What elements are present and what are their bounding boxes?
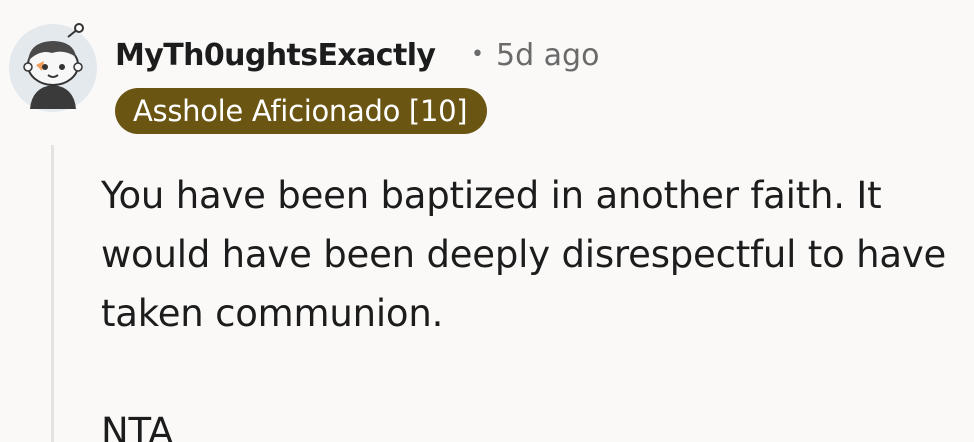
username-link[interactable]: MyTh0ughtsExactly <box>115 38 436 73</box>
timestamp[interactable]: 5d ago <box>496 38 599 73</box>
avatar[interactable] <box>8 23 98 113</box>
comment-paragraph: You have been baptized in another faith.… <box>101 174 947 335</box>
comment-meta: • 5d ago <box>471 38 599 73</box>
user-flair-badge: Asshole Aficionado [10] <box>115 88 488 134</box>
comment-body: You have been baptized in another faith.… <box>101 166 961 442</box>
thread-line[interactable] <box>51 145 54 442</box>
comment-paragraph: NTA <box>101 410 174 442</box>
reddit-snoo-avatar-icon <box>9 23 97 112</box>
comment: MyTh0ughtsExactly • 5d ago Asshole Aficio… <box>0 0 974 442</box>
separator-dot: • <box>471 42 484 67</box>
